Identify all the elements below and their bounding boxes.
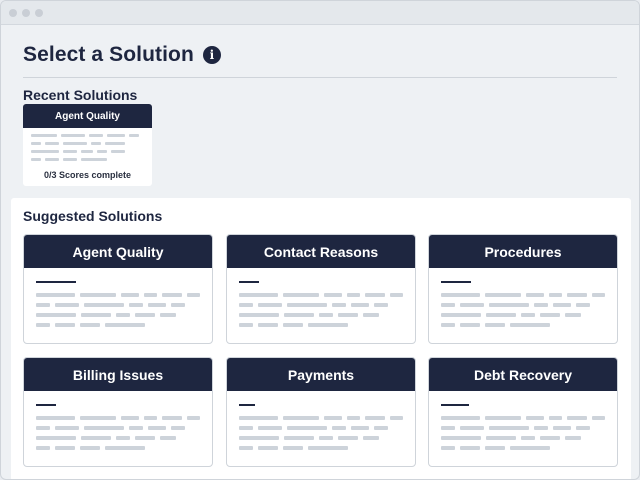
recent-solution-card[interactable]: Agent Quality 0/3 Scores complete bbox=[23, 104, 152, 186]
header-divider bbox=[23, 77, 617, 78]
solution-card-preview bbox=[227, 268, 415, 327]
solution-card-preview bbox=[429, 391, 617, 450]
recent-card-title: Agent Quality bbox=[23, 104, 152, 128]
recent-card-status: 0/3 Scores complete bbox=[43, 170, 132, 180]
solution-card-payments[interactable]: Payments bbox=[226, 357, 416, 467]
solution-card-title: Contact Reasons bbox=[227, 235, 415, 268]
page-title-row: Select a Solution i bbox=[23, 42, 617, 68]
page-title: Select a Solution bbox=[23, 43, 194, 66]
suggested-solutions-panel: Suggested Solutions Agent Quality Contac… bbox=[11, 198, 631, 479]
solution-card-preview bbox=[24, 391, 212, 450]
solution-card-title: Payments bbox=[227, 358, 415, 391]
window-control-dot[interactable] bbox=[9, 8, 17, 17]
window-control-dot[interactable] bbox=[22, 8, 30, 17]
solution-card-procedures[interactable]: Procedures bbox=[428, 234, 618, 344]
page-content: Select a Solution i Recent Solutions Age… bbox=[1, 26, 639, 479]
solution-card-agent-quality[interactable]: Agent Quality bbox=[23, 234, 213, 344]
solution-card-title: Procedures bbox=[429, 235, 617, 268]
browser-window: Select a Solution i Recent Solutions Age… bbox=[0, 0, 640, 480]
solution-card-preview bbox=[24, 268, 212, 327]
solution-card-billing-issues[interactable]: Billing Issues bbox=[23, 357, 213, 467]
window-control-dot[interactable] bbox=[35, 8, 43, 17]
solution-card-title: Billing Issues bbox=[24, 358, 212, 391]
window-titlebar bbox=[1, 1, 639, 25]
solution-card-contact-reasons[interactable]: Contact Reasons bbox=[226, 234, 416, 344]
solution-card-title: Debt Recovery bbox=[429, 358, 617, 391]
recent-card-preview bbox=[23, 128, 152, 161]
recent-solutions-title: Recent Solutions bbox=[23, 87, 138, 103]
solution-card-preview bbox=[227, 391, 415, 450]
solution-card-title: Agent Quality bbox=[24, 235, 212, 268]
suggested-solutions-title: Suggested Solutions bbox=[23, 208, 163, 224]
solution-card-preview bbox=[429, 268, 617, 327]
page-header: Select a Solution i Recent Solutions bbox=[1, 26, 639, 103]
solution-card-debt-recovery[interactable]: Debt Recovery bbox=[428, 357, 618, 467]
info-icon[interactable]: i bbox=[202, 46, 221, 64]
